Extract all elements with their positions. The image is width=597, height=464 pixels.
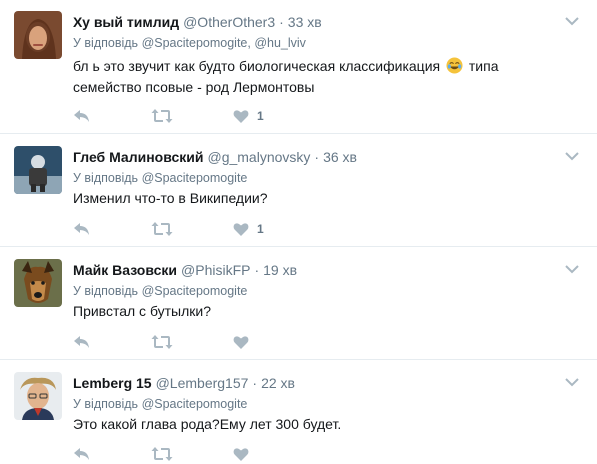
author-handle[interactable]: @g_malynovsky bbox=[207, 149, 310, 165]
chevron-down-icon[interactable] bbox=[565, 16, 579, 26]
tweet-4[interactable]: Lemberg 15 @Lemberg157 · 22 хв У відповідь … bbox=[0, 361, 597, 464]
tweet-text: бл ь это звучит как будто биологическая … bbox=[73, 56, 573, 98]
reply-context: У відповідь @Spacitepomogite bbox=[73, 283, 247, 299]
author-handle[interactable]: @Lemberg157 bbox=[156, 375, 249, 391]
tweet-timestamp[interactable]: 33 хв bbox=[288, 14, 322, 30]
tweet-text: Изменил что-то в Википедии? bbox=[73, 188, 573, 209]
reply-mentions[interactable]: @Spacitepomogite bbox=[142, 171, 248, 185]
tweet-text: Привстал с бутылки? bbox=[73, 301, 573, 322]
retweet-button[interactable] bbox=[151, 106, 173, 126]
avatar[interactable] bbox=[14, 259, 62, 307]
reply-prefix: У відповідь bbox=[73, 397, 139, 411]
tweet-text-line: Это какой глава рода?Ему лет 300 будет. bbox=[73, 416, 342, 432]
like-count: 1 bbox=[257, 222, 264, 236]
author-name[interactable]: Lemberg 15 bbox=[73, 375, 152, 391]
author-handle[interactable]: @OtherOther3 bbox=[183, 14, 275, 30]
reply-context: У відповідь @Spacitepomogite, @hu_lviv bbox=[73, 35, 306, 51]
reply-button[interactable] bbox=[73, 444, 91, 464]
avatar[interactable] bbox=[14, 146, 62, 194]
reply-button[interactable] bbox=[73, 106, 91, 126]
like-button[interactable] bbox=[233, 444, 257, 464]
tweet-2[interactable]: Глеб Малиновский @g_malynovsky · 36 хв У ві… bbox=[0, 135, 597, 247]
author-name[interactable]: Глеб Малиновский bbox=[73, 149, 203, 165]
reply-button[interactable] bbox=[73, 219, 91, 239]
tweet-text-line: Изменил что-то в Википедии? bbox=[73, 190, 268, 206]
tweet-timestamp[interactable]: 22 хв bbox=[261, 375, 295, 391]
chevron-down-icon[interactable] bbox=[565, 377, 579, 387]
retweet-icon bbox=[151, 447, 173, 461]
retweet-button[interactable] bbox=[151, 444, 173, 464]
rolling-on-floor-laughing-emoji-icon bbox=[446, 57, 463, 74]
tweet-text-line: Привстал с бутылки? bbox=[73, 303, 212, 319]
like-button[interactable]: 1 bbox=[233, 106, 264, 126]
chevron-down-icon[interactable] bbox=[565, 264, 579, 274]
retweet-icon bbox=[151, 335, 173, 349]
chevron-down-icon[interactable] bbox=[565, 151, 579, 161]
reply-prefix: У відповідь bbox=[73, 284, 139, 298]
tweet-text-line: типа bbox=[468, 58, 499, 74]
separator-dot: · bbox=[279, 14, 284, 30]
avatar[interactable] bbox=[14, 11, 62, 59]
reply-prefix: У відповідь bbox=[73, 36, 139, 50]
avatar[interactable] bbox=[14, 372, 62, 420]
retweet-icon bbox=[151, 109, 173, 123]
heart-icon bbox=[233, 335, 249, 349]
heart-icon bbox=[233, 447, 249, 461]
reply-icon bbox=[74, 336, 89, 348]
reply-icon bbox=[74, 223, 89, 235]
tweet-text-line: семейство псовые - род Лермонтовы bbox=[73, 79, 315, 95]
heart-icon bbox=[233, 222, 249, 236]
author-name[interactable]: Майк Вазовски bbox=[73, 262, 177, 278]
reply-mentions[interactable]: @Spacitepomogite bbox=[142, 284, 248, 298]
separator-dot: · bbox=[314, 149, 320, 165]
reply-icon bbox=[74, 110, 89, 122]
tweet-3[interactable]: Майк Вазовски @PhisikFP · 19 хв У відповідь… bbox=[0, 248, 597, 360]
heart-icon bbox=[233, 109, 249, 123]
separator-dot: · bbox=[254, 262, 260, 278]
tweet-timestamp[interactable]: 19 хв bbox=[263, 262, 297, 278]
like-count: 1 bbox=[257, 109, 264, 123]
reply-mentions[interactable]: @Spacitepomogite, @hu_lviv bbox=[142, 36, 306, 50]
reply-prefix: У відповідь bbox=[73, 171, 139, 185]
reply-icon bbox=[74, 448, 89, 460]
author-name[interactable]: Ху вый тимлид bbox=[73, 14, 179, 30]
tweet-timestamp[interactable]: 36 хв bbox=[323, 149, 357, 165]
retweet-button[interactable] bbox=[151, 219, 173, 239]
retweet-icon bbox=[151, 222, 173, 236]
tweet-1[interactable]: Ху вый тимлид @OtherOther3 · 33 хв У відпов… bbox=[0, 0, 597, 134]
reply-mentions[interactable]: @Spacitepomogite bbox=[142, 397, 248, 411]
reply-button[interactable] bbox=[73, 332, 91, 352]
author-handle[interactable]: @PhisikFP bbox=[181, 262, 250, 278]
separator-dot: · bbox=[252, 375, 258, 391]
like-button[interactable] bbox=[233, 332, 257, 352]
retweet-button[interactable] bbox=[151, 332, 173, 352]
like-button[interactable]: 1 bbox=[233, 219, 264, 239]
reply-context: У відповідь @Spacitepomogite bbox=[73, 170, 247, 186]
tweet-text: Это какой глава рода?Ему лет 300 будет. bbox=[73, 414, 573, 435]
reply-context: У відповідь @Spacitepomogite bbox=[73, 396, 247, 412]
tweet-text-line: бл ь это звучит как будто биологическая … bbox=[73, 58, 441, 74]
